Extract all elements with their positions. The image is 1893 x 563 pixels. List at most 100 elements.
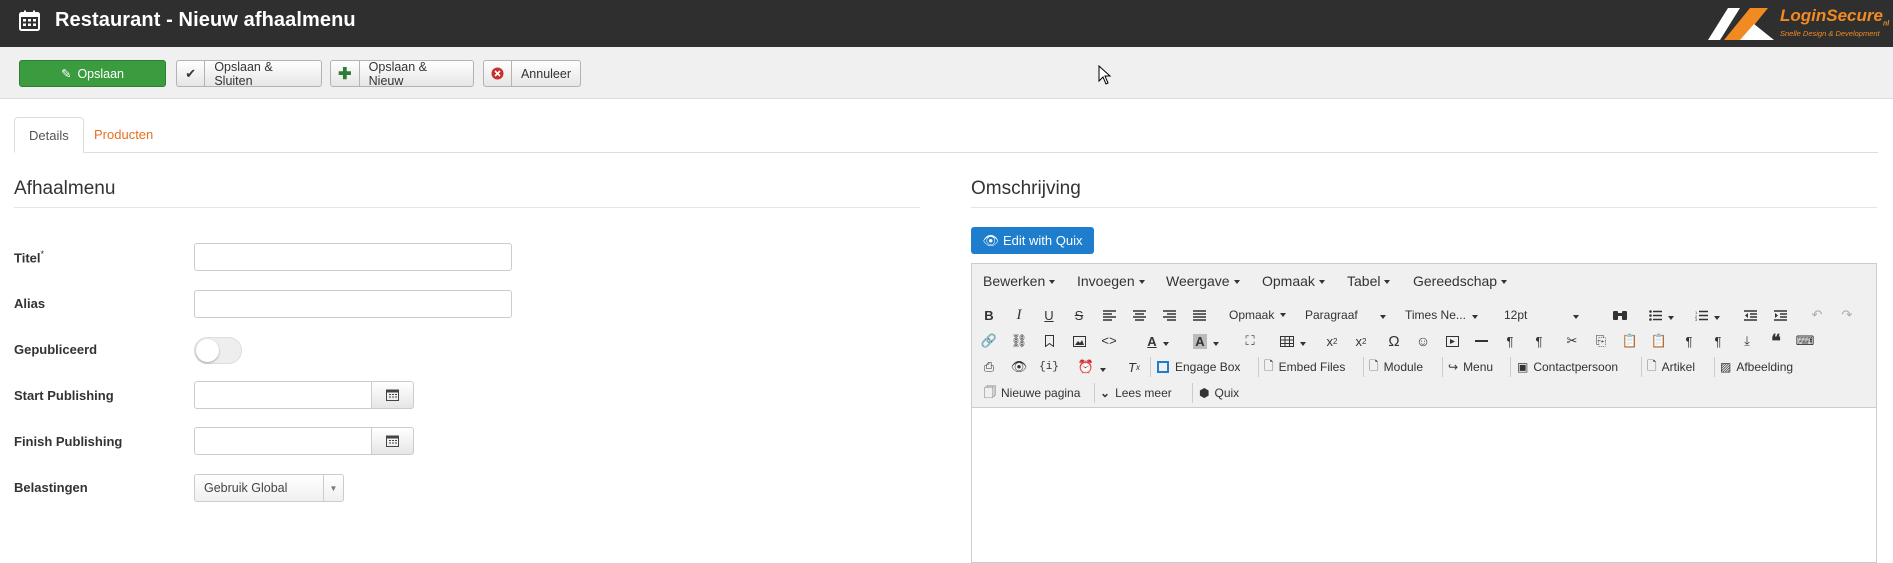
align-left-icon[interactable] xyxy=(1098,304,1120,326)
special-char-icon[interactable]: Ω xyxy=(1383,330,1405,352)
menu-weergave[interactable]: Weergave xyxy=(1166,273,1240,289)
background-color-icon[interactable]: A xyxy=(1186,330,1226,352)
engage-box-button[interactable]: Engage Box xyxy=(1157,356,1240,378)
cut-icon[interactable]: ✂ xyxy=(1561,330,1583,352)
article-button[interactable]: 🗋 Artikel xyxy=(1647,356,1695,378)
outdent-icon[interactable] xyxy=(1739,304,1761,326)
eye-icon: 👁 xyxy=(982,232,1000,248)
align-right-icon[interactable] xyxy=(1158,304,1180,326)
bold-icon[interactable]: B xyxy=(978,304,1000,326)
italic-icon[interactable]: I xyxy=(1008,304,1030,326)
bookmark-icon[interactable] xyxy=(1038,330,1060,352)
top-header: Restaurant - Nieuw afhaalmenu LoginSecur… xyxy=(0,0,1893,47)
save-close-button[interactable]: ✔ Opslaan & Sluiten xyxy=(176,60,322,88)
save-button[interactable]: ✎ Opslaan xyxy=(19,60,166,87)
file-add-icon: 🗋 xyxy=(1264,358,1274,373)
find-replace-icon[interactable] xyxy=(1609,304,1631,326)
align-center-icon[interactable] xyxy=(1128,304,1150,326)
numbered-list-icon[interactable]: 123 xyxy=(1688,304,1726,326)
redo-icon[interactable]: ↷ xyxy=(1836,304,1858,326)
blockquote-icon[interactable]: ❝ xyxy=(1765,330,1787,352)
finish-publishing-input[interactable] xyxy=(194,427,372,455)
rtl-icon[interactable]: ¶ xyxy=(1528,330,1550,352)
link-icon[interactable]: 🔗 xyxy=(978,330,1000,352)
bullet-list-icon[interactable] xyxy=(1642,304,1680,326)
font-family-select[interactable]: Times Ne... xyxy=(1405,304,1489,326)
start-calendar-button[interactable] xyxy=(371,381,414,409)
subscript-icon[interactable]: x2 xyxy=(1321,330,1343,352)
format-select[interactable]: Opmaak xyxy=(1229,304,1291,326)
import-icon[interactable]: ⤓ xyxy=(1736,330,1758,352)
contact-button[interactable]: ▣ Contactpersoon xyxy=(1517,356,1618,378)
fullscreen-icon[interactable]: ⛶ xyxy=(1239,330,1261,352)
close-circle-icon xyxy=(484,61,512,86)
template-icon[interactable]: {i} xyxy=(1038,356,1060,378)
menu-gereedschap[interactable]: Gereedschap xyxy=(1413,273,1507,289)
strikethrough-icon[interactable]: S xyxy=(1068,304,1090,326)
image-insert-button[interactable]: ▨ Afbeelding xyxy=(1720,356,1793,378)
finish-publishing-label: Finish Publishing xyxy=(14,434,123,449)
code-icon[interactable]: <> xyxy=(1098,330,1120,352)
align-justify-icon[interactable] xyxy=(1188,304,1210,326)
ltr-icon[interactable]: ¶ xyxy=(1499,330,1521,352)
tax-select[interactable]: Gebruik Global ▼ xyxy=(194,474,344,502)
image-icon[interactable] xyxy=(1068,330,1090,352)
cancel-button[interactable]: Annuleer xyxy=(483,60,581,87)
calendar-icon xyxy=(386,435,399,447)
menu-bewerken[interactable]: Bewerken xyxy=(983,273,1055,289)
tab-products[interactable]: Producten xyxy=(80,117,167,153)
keyboard-icon[interactable]: ⌨ xyxy=(1794,330,1816,352)
module-button[interactable]: 🗋 Module xyxy=(1369,356,1423,378)
horizontal-rule-icon[interactable] xyxy=(1470,330,1492,352)
svg-text:3: 3 xyxy=(1695,317,1698,321)
tab-details[interactable]: Details xyxy=(14,117,84,153)
visual-chars-icon[interactable]: ¶ xyxy=(1707,330,1729,352)
start-publishing-input[interactable] xyxy=(194,381,372,409)
superscript-icon[interactable]: x2 xyxy=(1350,330,1372,352)
title-input[interactable] xyxy=(194,243,512,271)
section-title-omschrijving: Omschrijving xyxy=(971,178,1081,199)
editor-content-area[interactable] xyxy=(972,409,1876,559)
text-color-icon[interactable]: A xyxy=(1138,330,1178,352)
preview-icon[interactable]: 👁 xyxy=(1008,356,1030,378)
edit-with-quix-button[interactable]: 👁 Edit with Quix xyxy=(971,227,1094,254)
copy-icon[interactable]: ⎘ xyxy=(1590,330,1612,352)
emoticon-icon[interactable]: ☺ xyxy=(1412,330,1434,352)
paragraph-select[interactable]: Paragraaf xyxy=(1305,304,1391,326)
menu-tabel[interactable]: Tabel xyxy=(1347,273,1390,289)
menu-button[interactable]: ↪ Menu xyxy=(1448,356,1493,378)
undo-icon[interactable]: ↶ xyxy=(1806,304,1828,326)
plus-icon: ✚ xyxy=(331,61,360,86)
media-icon[interactable] xyxy=(1441,330,1463,352)
check-icon: ✔ xyxy=(177,61,206,86)
table-icon[interactable] xyxy=(1276,330,1310,352)
paste-icon[interactable]: 📋 xyxy=(1619,330,1641,352)
underline-icon[interactable]: U xyxy=(1038,304,1060,326)
paste-text-icon[interactable]: 📋 xyxy=(1648,330,1670,352)
new-page-button[interactable]: 🗍 Nieuwe pagina xyxy=(984,382,1080,404)
read-more-button[interactable]: ⌄ Lees meer xyxy=(1100,382,1172,404)
alias-input[interactable] xyxy=(194,290,512,318)
indent-icon[interactable] xyxy=(1769,304,1791,326)
loginsecure-logo: LoginSecurenl Snelle Design & Developmen… xyxy=(1706,2,1889,44)
embed-files-button[interactable]: 🗋 Embed Files xyxy=(1264,356,1345,378)
font-size-select[interactable]: 12pt xyxy=(1504,304,1586,326)
edit-icon: ✎ xyxy=(60,67,72,81)
menu-opmaak[interactable]: Opmaak xyxy=(1262,273,1325,289)
menu-invoegen[interactable]: Invoegen xyxy=(1077,273,1145,289)
alias-label: Alias xyxy=(14,296,46,311)
tab-bar: Details Producten xyxy=(14,117,1878,153)
unlink-icon[interactable]: ⛓ xyxy=(1008,330,1030,352)
action-toolbar: ✎ Opslaan ✔ Opslaan & Sluiten ✚ Opslaan … xyxy=(0,47,1893,99)
show-blocks-icon[interactable]: ¶ xyxy=(1678,330,1700,352)
save-new-button[interactable]: ✚ Opslaan & Nieuw xyxy=(330,60,474,88)
quix-insert-button[interactable]: ⬢ Quix xyxy=(1199,382,1239,404)
print-icon[interactable]: ⎙ xyxy=(978,356,1000,378)
chevron-down-icon: ⌄ xyxy=(1100,386,1111,400)
finish-calendar-button[interactable] xyxy=(371,427,414,455)
clock-icon[interactable]: ⏰ xyxy=(1073,356,1111,378)
clear-formatting-icon[interactable]: Tx xyxy=(1123,356,1145,378)
published-label: Gepubliceerd xyxy=(14,342,98,357)
tax-label: Belastingen xyxy=(14,480,88,495)
published-toggle[interactable] xyxy=(194,337,242,364)
